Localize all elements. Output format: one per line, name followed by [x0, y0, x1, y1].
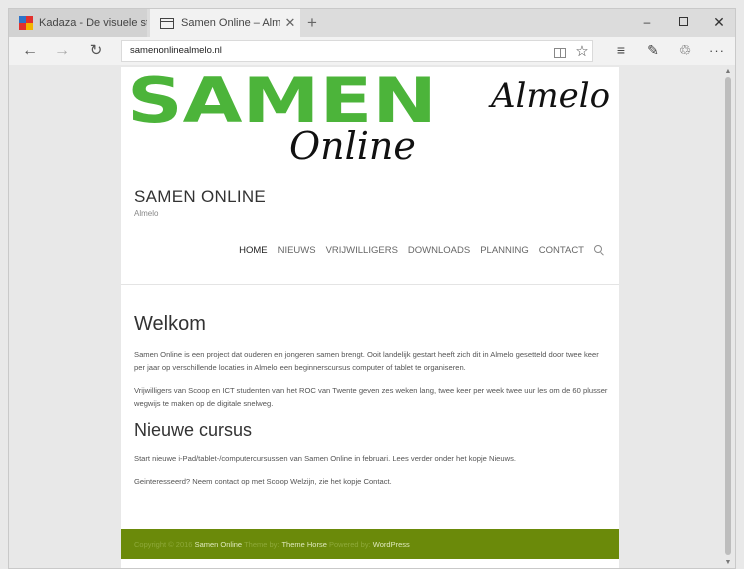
- logo-script-text: Online: [289, 124, 416, 168]
- footer-text: Copyright © 2016 Samen Online Theme by: …: [134, 540, 410, 549]
- close-window-button[interactable]: ✕: [701, 9, 735, 37]
- volunteers-paragraph: Vrijwilligers van Scoop en ICT studenten…: [134, 386, 608, 408]
- maximize-icon: [678, 17, 688, 26]
- back-arrow-icon[interactable]: ←: [17, 39, 43, 63]
- kadaza-favicon-icon: [19, 16, 33, 30]
- site-header: SAMEN Almelo Online SAMEN ONLINE Almelo …: [121, 67, 619, 285]
- more-icon[interactable]: ···: [705, 40, 729, 62]
- tab-strip: Kadaza - De visuele startpag Samen Onlin…: [9, 9, 735, 37]
- site-tagline: Almelo: [134, 209, 159, 218]
- vertical-scrollbar[interactable]: ▲ ▼: [722, 65, 734, 568]
- course-paragraph: Start nieuwe i-Pad/tablet-/computercursu…: [134, 454, 516, 463]
- logo-city-text: Almelo: [488, 76, 610, 116]
- menu-item-nieuws[interactable]: NIEUWS: [278, 245, 316, 256]
- new-course-heading: Nieuwe cursus: [134, 420, 253, 440]
- site-footer: Copyright © 2016 Samen Online Theme by: …: [121, 529, 619, 559]
- web-note-icon[interactable]: ✎: [641, 40, 665, 62]
- page-favicon-icon: [160, 17, 174, 29]
- footer-wordpress-link[interactable]: WordPress: [373, 540, 410, 549]
- intro-paragraph: Samen Online is een project dat ouderen …: [134, 350, 599, 372]
- website: SAMEN Almelo Online SAMEN ONLINE Almelo …: [121, 67, 619, 568]
- tab-close-icon[interactable]: ✕: [280, 15, 300, 31]
- forward-arrow-icon[interactable]: →: [49, 39, 75, 63]
- reading-view-icon[interactable]: [550, 42, 570, 62]
- theme-by-text: Theme by:: [244, 540, 280, 549]
- scroll-up-icon[interactable]: ▲: [722, 67, 734, 77]
- main-content: Welkom Samen Online is een project dat o…: [134, 313, 608, 498]
- page-viewport[interactable]: SAMEN Almelo Online SAMEN ONLINE Almelo …: [9, 65, 735, 568]
- search-icon[interactable]: [594, 245, 605, 256]
- tab-title: Samen Online – Almelo: [181, 17, 280, 29]
- menu-item-downloads[interactable]: DOWNLOADS: [408, 245, 470, 256]
- welcome-heading: Welkom: [134, 313, 206, 335]
- browser-window: Kadaza - De visuele startpag Samen Onlin…: [8, 8, 736, 569]
- footer-theme-link[interactable]: Theme Horse: [281, 540, 326, 549]
- scroll-thumb[interactable]: [725, 77, 731, 555]
- menu-item-planning[interactable]: PLANNING: [480, 245, 529, 256]
- menu-item-vrijwilligers[interactable]: VRIJWILLIGERS: [326, 245, 398, 256]
- tab-kadaza[interactable]: Kadaza - De visuele startpag: [9, 9, 147, 37]
- samen-online-logo[interactable]: SAMEN Almelo Online: [121, 67, 619, 185]
- footer-site-link[interactable]: Samen Online: [195, 540, 243, 549]
- navigation-bar: ← → ↻ samenonlinealmelo.nl ☆ ≡ ✎ ♲ ···: [9, 37, 735, 65]
- main-menu: HOME NIEUWS VRIJWILLIGERS DOWNLOADS PLAN…: [229, 245, 605, 256]
- hub-icon[interactable]: ≡: [609, 40, 633, 62]
- refresh-icon[interactable]: ↻: [83, 39, 109, 63]
- url-text: samenonlinealmelo.nl: [130, 45, 222, 56]
- menu-item-home[interactable]: HOME: [239, 245, 268, 256]
- maximize-button[interactable]: [665, 9, 701, 37]
- scroll-down-icon[interactable]: ▼: [722, 558, 734, 568]
- contact-paragraph: Geinteresseerd? Neem contact op met Scoo…: [134, 477, 392, 486]
- favorite-star-icon[interactable]: ☆: [572, 42, 592, 62]
- share-icon[interactable]: ♲: [673, 40, 697, 62]
- tab-title: Kadaza - De visuele startpag: [39, 17, 147, 29]
- tab-samen-online[interactable]: Samen Online – Almelo ✕: [150, 9, 300, 37]
- new-tab-button[interactable]: +: [301, 12, 323, 34]
- site-title[interactable]: SAMEN ONLINE: [134, 187, 266, 207]
- minimize-button[interactable]: –: [629, 9, 665, 37]
- powered-by-text: Powered by:: [328, 540, 371, 549]
- menu-item-contact[interactable]: CONTACT: [539, 245, 584, 256]
- address-bar[interactable]: samenonlinealmelo.nl ☆: [121, 40, 593, 62]
- copyright-text: Copyright © 2016: [134, 540, 193, 549]
